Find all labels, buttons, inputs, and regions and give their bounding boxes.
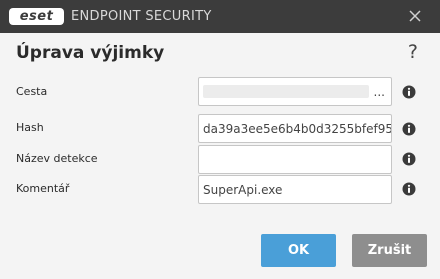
info-icon[interactable] xyxy=(402,152,416,166)
eset-logo: eset xyxy=(9,7,65,26)
dialog-header: Úprava výjimky ? xyxy=(0,33,440,74)
help-icon[interactable]: ? xyxy=(408,41,418,63)
detection-name-label: Název detekce xyxy=(16,152,98,165)
path-value-redacted xyxy=(203,85,369,98)
hash-field[interactable] xyxy=(198,114,392,143)
page-title: Úprava výjimky xyxy=(16,43,165,63)
info-icon[interactable] xyxy=(402,85,416,99)
title-bar: eset ENDPOINT SECURITY xyxy=(0,0,440,33)
browse-button[interactable]: ... xyxy=(374,85,385,99)
detection-name-field[interactable] xyxy=(198,145,392,174)
eset-logo-text: eset xyxy=(9,8,64,25)
hash-label: Hash xyxy=(16,121,44,134)
cancel-button[interactable]: Zrušit xyxy=(352,234,427,267)
info-icon[interactable] xyxy=(402,122,416,136)
dialog-body: Cesta ... Hash Název detekce Komentář OK… xyxy=(0,74,440,279)
info-icon[interactable] xyxy=(402,182,416,196)
app-title: ENDPOINT SECURITY xyxy=(71,9,212,24)
path-field[interactable]: ... xyxy=(198,77,392,106)
path-label: Cesta xyxy=(16,85,48,98)
close-button[interactable] xyxy=(407,8,423,24)
close-icon xyxy=(409,10,421,22)
comment-label: Komentář xyxy=(16,182,70,195)
comment-field[interactable] xyxy=(198,175,392,204)
ok-button[interactable]: OK xyxy=(261,234,336,267)
